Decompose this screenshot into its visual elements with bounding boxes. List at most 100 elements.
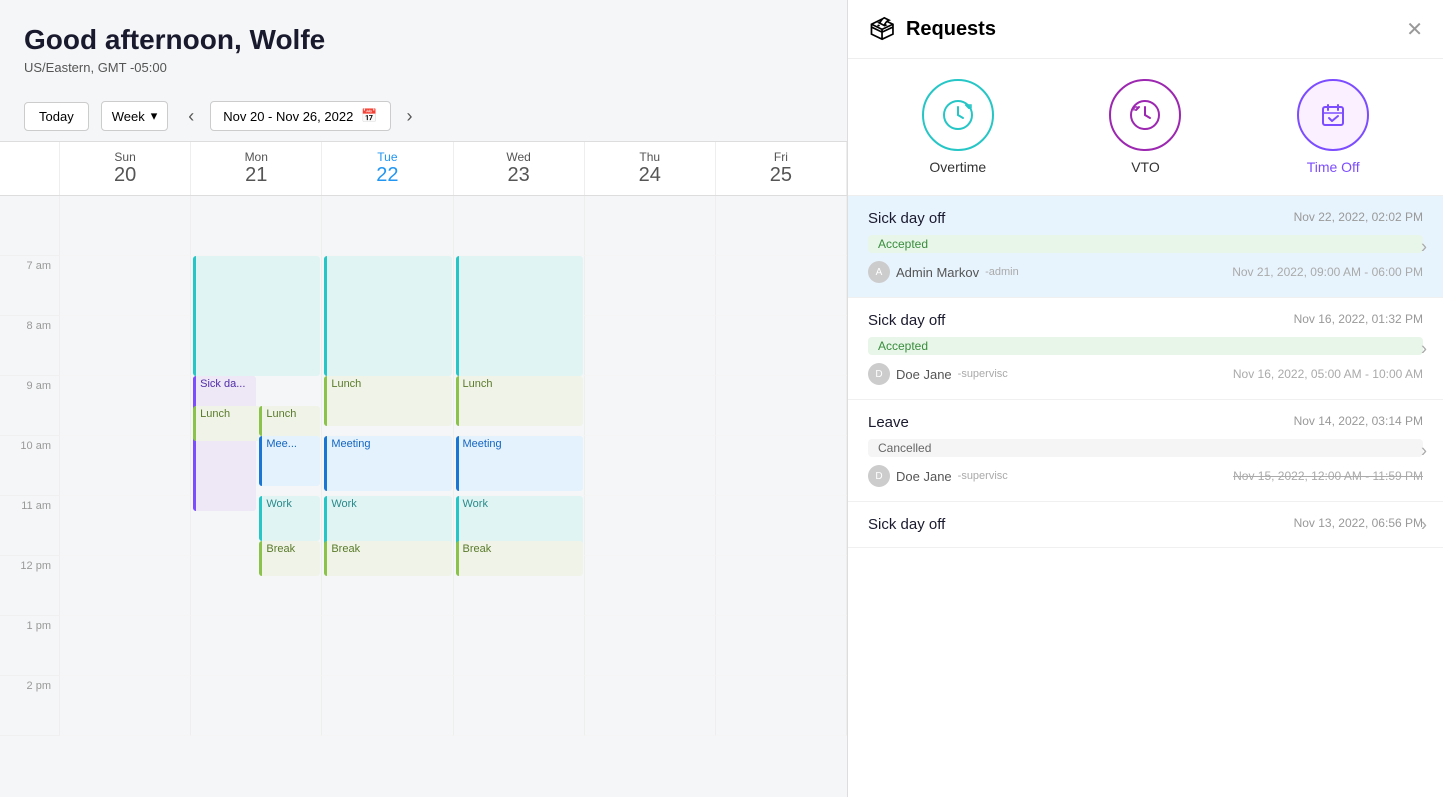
prev-week-button[interactable]: ‹: [180, 102, 202, 131]
day-slot-24-h7[interactable]: [585, 616, 716, 676]
close-panel-button[interactable]: ✕: [1406, 17, 1423, 42]
chevron-right-icon-2: ›: [1421, 440, 1427, 461]
day-slot-25-h2[interactable]: [716, 316, 847, 376]
requests-panel: 🗳 Requests ✕ Overtime: [848, 0, 1443, 797]
greeting-title: Good afternoon, Wolfe: [24, 24, 823, 56]
calendar-event-lunch[interactable]: Lunch: [193, 406, 320, 441]
day-slot-20-h7[interactable]: [60, 616, 191, 676]
vto-circle: [1109, 79, 1181, 151]
timeoff-circle: [1297, 79, 1369, 151]
day-slot-24-h5[interactable]: [585, 496, 716, 556]
overtime-label: Overtime: [929, 159, 986, 175]
day-slot-20-h2[interactable]: [60, 316, 191, 376]
day-slot-23-h8[interactable]: [454, 676, 585, 736]
calendar-header: Sun20Mon21Tue22Wed23Thu24Fri25: [0, 142, 847, 196]
time-label-7: 1 pm: [0, 616, 60, 676]
request-time-0: Nov 21, 2022, 09:00 AM - 06:00 PM: [1232, 265, 1423, 279]
day-slot-22-h8[interactable]: [322, 676, 453, 736]
request-type-overtime[interactable]: Overtime: [922, 79, 994, 175]
request-date-0: Nov 22, 2022, 02:02 PM: [1294, 210, 1423, 224]
calendar-event-sick-da...[interactable]: Sick da...: [193, 376, 256, 511]
calendar-icon: 📅: [361, 108, 377, 124]
day-slot-24-h0[interactable]: [585, 196, 716, 256]
request-type-vto[interactable]: VTO: [1109, 79, 1181, 175]
calendar-event-work[interactable]: Work: [324, 496, 451, 546]
request-types-section: Overtime VTO: [848, 59, 1443, 196]
day-slot-20-h5[interactable]: [60, 496, 191, 556]
day-slot-21-h7[interactable]: [191, 616, 322, 676]
week-label: Week: [112, 109, 145, 124]
today-button[interactable]: Today: [24, 102, 89, 131]
user-avatar-0: A: [868, 261, 890, 283]
day-slot-25-h1[interactable]: [716, 256, 847, 316]
day-slot-24-h4[interactable]: [585, 436, 716, 496]
request-type-timeoff[interactable]: Time Off: [1297, 79, 1369, 175]
request-type-name-1: Sick day off: [868, 312, 945, 329]
request-date-2: Nov 14, 2022, 03:14 PM: [1294, 414, 1423, 428]
user-name-0: Admin Markov: [896, 265, 979, 280]
user-avatar-2: D: [868, 465, 890, 487]
calendar-event-break[interactable]: Break: [456, 541, 583, 576]
day-slot-24-h2[interactable]: [585, 316, 716, 376]
chevron-right-icon-3: ›: [1421, 514, 1427, 535]
time-label-6: 12 pm: [0, 556, 60, 616]
day-slot-20-h0[interactable]: [60, 196, 191, 256]
user-avatar-1: D: [868, 363, 890, 385]
request-item-0[interactable]: Sick day off Nov 22, 2022, 02:02 PM Acce…: [848, 196, 1443, 298]
day-slot-22-h7[interactable]: [322, 616, 453, 676]
time-label-8: 2 pm: [0, 676, 60, 736]
calendar-event-work[interactable]: Work: [456, 496, 583, 546]
calendar-event-break[interactable]: Break: [324, 541, 451, 576]
cal-header-day-20: Sun20: [60, 142, 191, 195]
day-slot-23-h0[interactable]: [454, 196, 585, 256]
day-slot-24-h6[interactable]: [585, 556, 716, 616]
request-item-3[interactable]: Sick day off Nov 13, 2022, 06:56 PM ›: [848, 502, 1443, 548]
day-slot-21-h0[interactable]: [191, 196, 322, 256]
day-slot-25-h0[interactable]: [716, 196, 847, 256]
day-slot-20-h4[interactable]: [60, 436, 191, 496]
chevron-right-icon-1: ›: [1421, 338, 1427, 359]
request-time-2: Nov 15, 2022, 12:00 AM - 11:59 PM: [1233, 469, 1423, 483]
day-slot-20-h8[interactable]: [60, 676, 191, 736]
day-slot-20-h6[interactable]: [60, 556, 191, 616]
request-date-1: Nov 16, 2022, 01:32 PM: [1294, 312, 1423, 326]
calendar-event-[interactable]: [456, 256, 583, 376]
calendar-event-[interactable]: [324, 256, 451, 376]
day-slot-22-h0[interactable]: [322, 196, 453, 256]
day-slot-20-h3[interactable]: [60, 376, 191, 436]
panel-header: 🗳 Requests ✕: [848, 0, 1443, 59]
day-slot-25-h3[interactable]: [716, 376, 847, 436]
day-slot-25-h6[interactable]: [716, 556, 847, 616]
calendar-event-[interactable]: [193, 256, 320, 376]
day-slot-23-h7[interactable]: [454, 616, 585, 676]
week-selector[interactable]: Week ▾: [101, 101, 169, 131]
day-slot-21-h8[interactable]: [191, 676, 322, 736]
request-item-2[interactable]: Leave Nov 14, 2022, 03:14 PM Cancelled D…: [848, 400, 1443, 502]
date-range-display: Nov 20 - Nov 26, 2022 📅: [210, 101, 390, 131]
calendar-scroll[interactable]: 7 am8 am9 am10 am11 am12 pm1 pm2 pmLunch…: [0, 196, 847, 797]
chevron-right-icon-0: ›: [1421, 236, 1427, 257]
next-week-button[interactable]: ›: [399, 102, 421, 131]
day-slot-24-h1[interactable]: [585, 256, 716, 316]
day-slot-25-h7[interactable]: [716, 616, 847, 676]
day-slot-25-h5[interactable]: [716, 496, 847, 556]
day-slot-20-h1[interactable]: [60, 256, 191, 316]
user-name-2: Doe Jane: [896, 469, 952, 484]
time-label-5: 11 am: [0, 496, 60, 556]
day-slot-24-h8[interactable]: [585, 676, 716, 736]
cal-header-day-25: Fri25: [716, 142, 847, 195]
calendar-event-meeting[interactable]: Meeting: [324, 436, 451, 491]
day-slot-21-h6[interactable]: [191, 556, 322, 616]
day-slot-25-h8[interactable]: [716, 676, 847, 736]
timezone-label: US/Eastern, GMT -05:00: [24, 60, 823, 75]
calendar-event-meeting[interactable]: Meeting: [456, 436, 583, 491]
calendar-event-lunch[interactable]: Lunch: [324, 376, 451, 426]
panel-title-text: Requests: [906, 18, 996, 41]
requests-list: Sick day off Nov 22, 2022, 02:02 PM Acce…: [848, 196, 1443, 797]
calendar-event-lunch[interactable]: Lunch: [456, 376, 583, 426]
day-slot-25-h4[interactable]: [716, 436, 847, 496]
day-slot-24-h3[interactable]: [585, 376, 716, 436]
request-badge-0: Accepted: [868, 235, 1423, 253]
request-item-1[interactable]: Sick day off Nov 16, 2022, 01:32 PM Acce…: [848, 298, 1443, 400]
time-label-0: [0, 196, 60, 256]
